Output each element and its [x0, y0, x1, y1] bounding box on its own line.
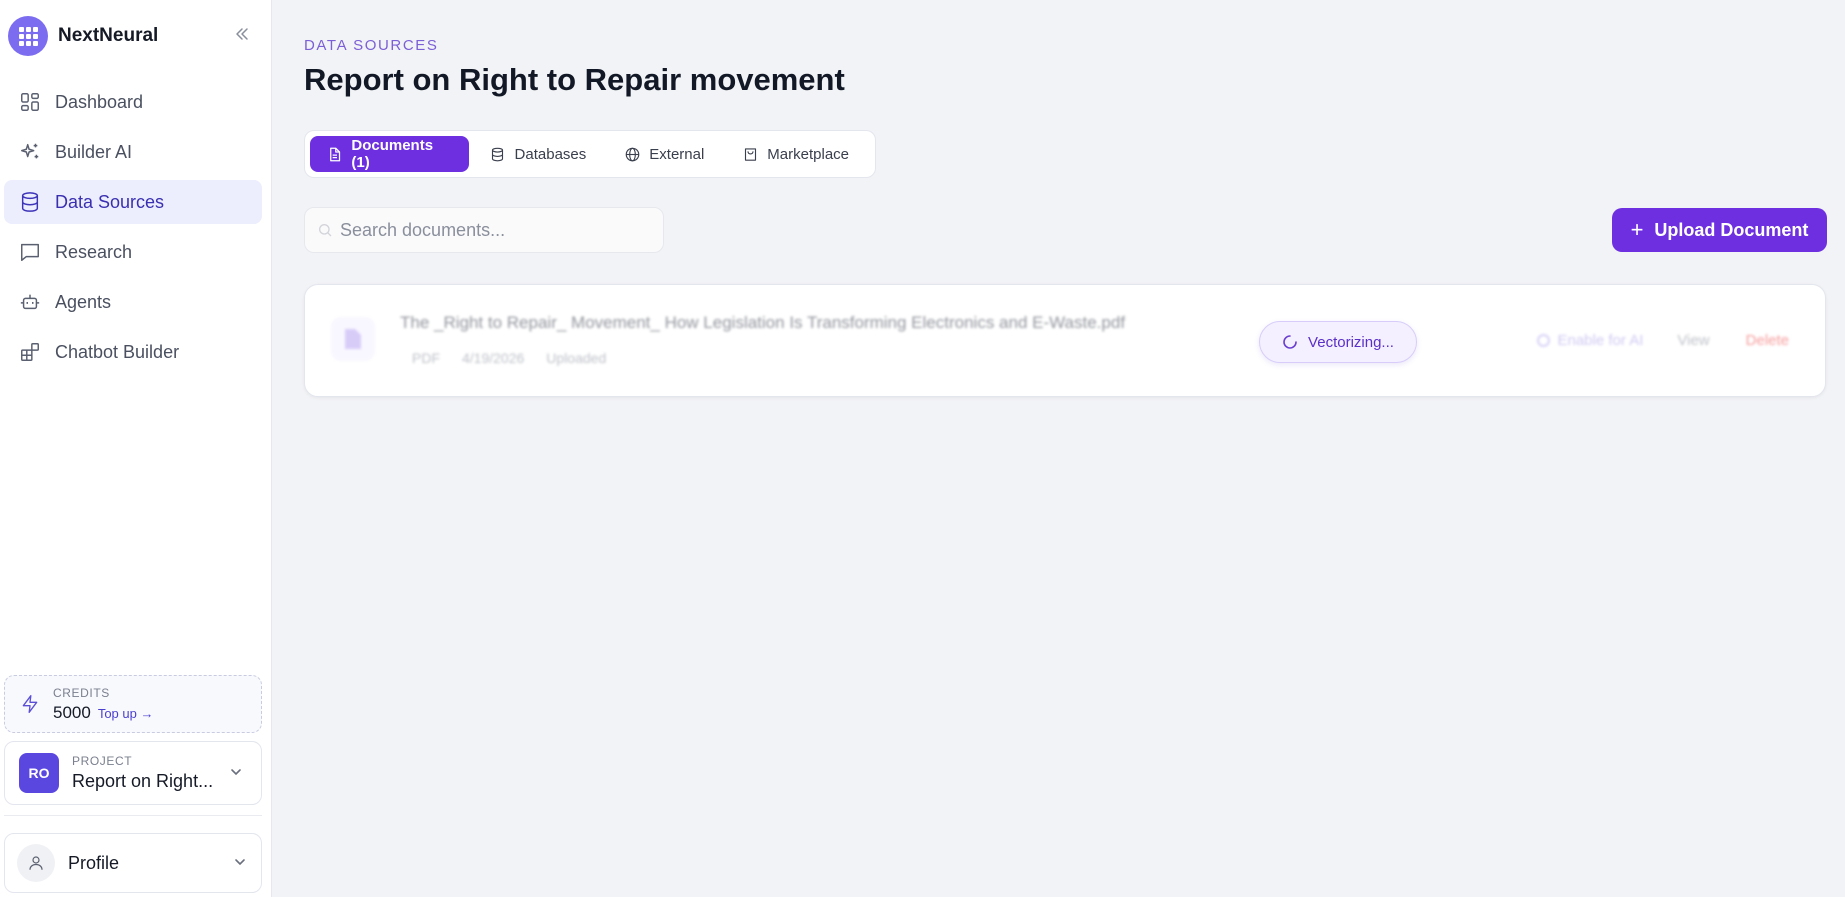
- database-icon: [490, 146, 506, 162]
- upload-button-label: Upload Document: [1654, 219, 1809, 240]
- tab-label: External: [649, 145, 705, 163]
- project-caption: PROJECT: [72, 754, 133, 768]
- collapse-sidebar-icon[interactable]: [232, 24, 252, 44]
- vectorizing-label: Vectorizing...: [1308, 333, 1394, 351]
- layout-grid-icon: [18, 90, 42, 114]
- document-status: Uploaded: [546, 350, 607, 366]
- document-date: 4/19/2026: [462, 350, 525, 366]
- app-logo-icon: [8, 16, 48, 56]
- page-title: Report on Right to Repair movement: [304, 62, 845, 97]
- file-text-icon: [327, 146, 342, 162]
- document-card-content: The _Right to Repair_ Movement_ How Legi…: [305, 285, 1825, 396]
- vectorizing-status: Vectorizing...: [1259, 321, 1417, 363]
- bot-icon: [18, 290, 42, 314]
- sparkles-icon: [18, 140, 42, 164]
- file-icon: [331, 317, 375, 361]
- tab-external[interactable]: External: [607, 136, 721, 172]
- credits-caption: CREDITS: [53, 685, 110, 700]
- sidebar-nav: Dashboard Builder AI Data Sources Resear…: [4, 80, 262, 380]
- plus-icon: +: [1630, 217, 1644, 242]
- zap-icon: [19, 693, 41, 715]
- project-switcher[interactable]: RO PROJECT Report on Right...: [4, 741, 262, 805]
- sidebar-item-dashboard[interactable]: Dashboard: [4, 80, 262, 124]
- search-box: [304, 207, 664, 253]
- sidebar-item-label: Research: [55, 241, 133, 262]
- sidebar-item-builder-ai[interactable]: Builder AI: [4, 130, 262, 174]
- tab-documents[interactable]: Documents (1): [310, 136, 469, 172]
- profile-label: Profile: [68, 852, 120, 873]
- globe-icon: [624, 146, 640, 162]
- document-meta: PDF 4/19/2026 Uploaded: [412, 350, 628, 366]
- project-name: Report on Right...: [72, 771, 214, 791]
- sidebar-item-chatbot-builder[interactable]: Chatbot Builder: [4, 330, 262, 374]
- source-tabs: Documents (1) Databases External Marketp…: [304, 130, 876, 178]
- document-card: The _Right to Repair_ Movement_ How Legi…: [304, 284, 1826, 397]
- tab-databases[interactable]: Databases: [473, 136, 604, 172]
- info-icon: [1537, 334, 1551, 347]
- sidebar-item-label: Builder AI: [55, 141, 133, 162]
- chevron-down-icon: [229, 765, 243, 784]
- tab-label: Marketplace: [767, 145, 849, 163]
- sidebar-item-data-sources[interactable]: Data Sources: [4, 180, 262, 224]
- message-square-icon: [18, 240, 42, 264]
- main-content: DATA SOURCES Report on Right to Repair m…: [272, 0, 1845, 897]
- sidebar: NextNeural Dashboard Builder AI Data Sou…: [0, 0, 272, 897]
- tab-label: Databases: [514, 145, 587, 163]
- chevron-down-icon: [233, 855, 247, 874]
- loading-spinner-icon: [1282, 334, 1298, 350]
- view-button[interactable]: View: [1677, 332, 1709, 349]
- credits-panel: CREDITS 5000 Top up →: [4, 675, 262, 733]
- delete-button[interactable]: Delete: [1746, 332, 1789, 349]
- profile-menu[interactable]: Profile: [4, 833, 262, 893]
- document-type: PDF: [412, 350, 440, 366]
- app-name: NextNeural: [58, 25, 159, 46]
- brand[interactable]: NextNeural: [8, 15, 158, 57]
- sidebar-item-label: Agents: [55, 291, 112, 312]
- database-icon: [18, 190, 42, 214]
- document-actions: Enable for AI View Delete: [1537, 332, 1789, 349]
- breadcrumb: DATA SOURCES: [304, 37, 439, 54]
- enable-for-ai-button[interactable]: Enable for AI: [1537, 332, 1643, 349]
- sidebar-item-agents[interactable]: Agents: [4, 280, 262, 324]
- user-icon: [17, 844, 55, 882]
- enable-label: Enable for AI: [1557, 332, 1644, 349]
- document-name: The _Right to Repair_ Movement_ How Legi…: [400, 313, 1126, 332]
- shopping-bag-icon: [742, 146, 758, 162]
- sidebar-item-label: Dashboard: [55, 91, 144, 112]
- sidebar-item-research[interactable]: Research: [4, 230, 262, 274]
- top-up-link[interactable]: Top up →: [98, 706, 154, 721]
- credits-value: 5000: [53, 702, 91, 722]
- tab-label: Documents (1): [351, 137, 434, 171]
- search-input[interactable]: [340, 219, 650, 241]
- upload-document-button[interactable]: + Upload Document: [1612, 208, 1827, 252]
- sidebar-item-label: Data Sources: [55, 191, 165, 212]
- blocks-icon: [18, 340, 42, 364]
- search-icon: [317, 222, 333, 238]
- sidebar-item-label: Chatbot Builder: [55, 341, 180, 362]
- tab-marketplace[interactable]: Marketplace: [725, 136, 866, 172]
- sidebar-divider: [4, 815, 262, 816]
- project-avatar: RO: [19, 753, 59, 793]
